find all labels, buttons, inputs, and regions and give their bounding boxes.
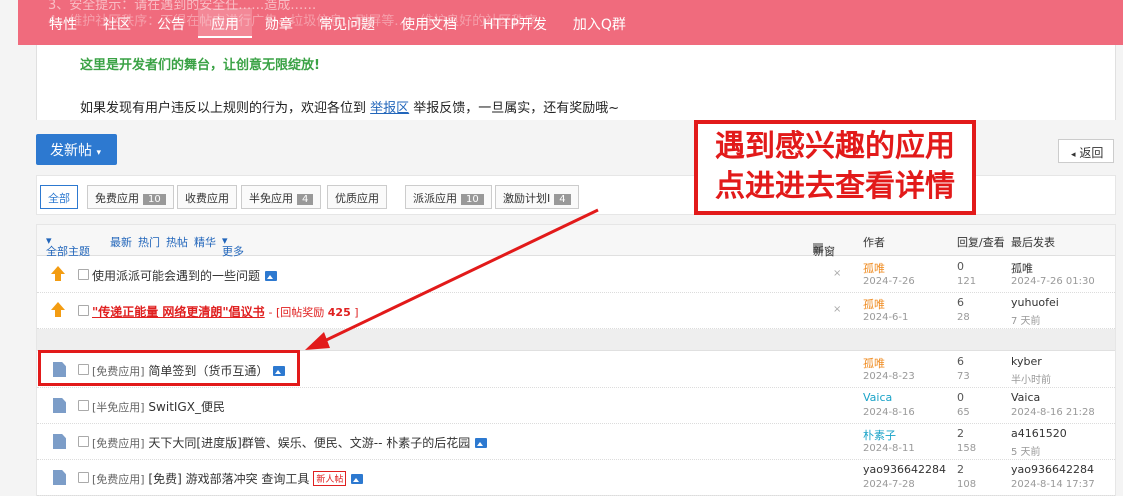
annotation-arrow xyxy=(305,208,599,350)
annotation-line: 遇到感兴趣的应用 xyxy=(715,129,955,164)
arrow-line xyxy=(317,208,599,346)
arrow-head xyxy=(305,332,330,350)
annotation-callout: 遇到感兴趣的应用 点进进去查看详情 xyxy=(694,120,976,215)
annotation-line: 点进进去查看详情 xyxy=(715,169,955,204)
